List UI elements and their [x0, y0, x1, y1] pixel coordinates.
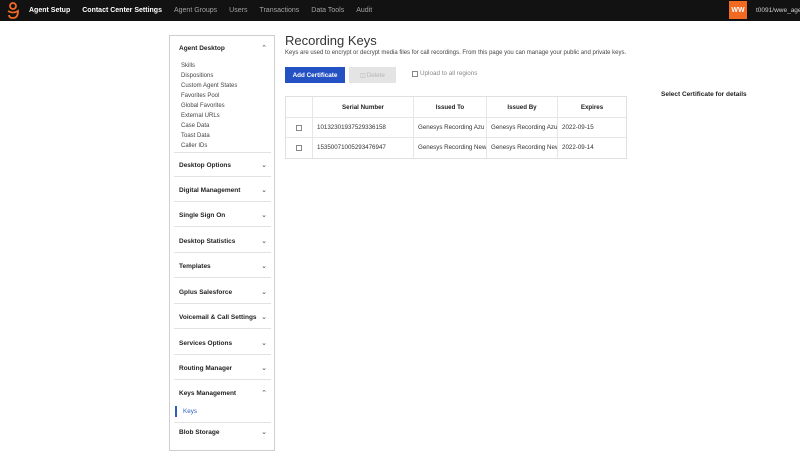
chevron-down-icon: ⌄ — [261, 289, 267, 296]
table-header-row: Serial Number Issued To Issued By Expire… — [286, 97, 626, 118]
nav-data-tools[interactable]: Data Tools — [311, 0, 344, 21]
delete-button[interactable]: ◫ Delete — [349, 67, 396, 83]
section-title: Routing Manager — [179, 365, 233, 372]
section-header-agent-desktop[interactable]: Agent Desktop ⌃ — [174, 38, 271, 59]
sidebar-item-dispositions[interactable]: Dispositions — [174, 71, 271, 81]
issued-to-cell: Genesys Recording New — [414, 138, 487, 158]
issued-to-cell: Genesys Recording Azu — [414, 118, 487, 137]
section-gplus-salesforce[interactable]: Gplus Salesforce ⌄ — [174, 282, 271, 304]
chevron-down-icon: ⌄ — [261, 162, 267, 169]
section-title: Agent Desktop — [179, 45, 225, 52]
issued-by-cell: Genesys Recording New — [487, 138, 558, 158]
sidebar-item-caller-ids[interactable]: Caller IDs — [174, 141, 271, 151]
section-single-sign-on[interactable]: Single Sign On ⌄ — [174, 205, 271, 227]
upload-all-regions-checkbox[interactable]: Upload to all regions — [412, 70, 477, 77]
chevron-down-icon: ⌄ — [261, 263, 267, 270]
genesys-logo-icon[interactable] — [5, 2, 21, 19]
table-row[interactable]: 10132301937529336158 Genesys Recording A… — [286, 118, 626, 138]
chevron-up-icon: ⌃ — [261, 390, 267, 397]
upload-label: Upload to all regions — [420, 70, 478, 77]
chevron-down-icon: ⌄ — [261, 187, 267, 194]
row-select-cell — [286, 138, 313, 158]
section-header-keys-management[interactable]: Keys Management ⌃ — [174, 383, 271, 404]
section-digital-management[interactable]: Digital Management ⌄ — [174, 180, 271, 202]
section-title: Single Sign On — [179, 212, 226, 219]
section-title: Digital Management — [179, 187, 241, 194]
section-title: Services Options — [179, 340, 233, 347]
page-description: Keys are used to encrypt or decrypt medi… — [285, 50, 627, 56]
delete-label: Delete — [366, 71, 385, 79]
section-voicemail-call-settings[interactable]: Voicemail & Call Settings ⌄ — [174, 307, 271, 329]
user-name[interactable]: t0091/wwe_age — [756, 0, 800, 21]
nav-audit[interactable]: Audit — [356, 0, 372, 21]
section-templates[interactable]: Templates ⌄ — [174, 256, 271, 278]
section-title: Desktop Statistics — [179, 238, 236, 245]
section-desktop-statistics[interactable]: Desktop Statistics ⌄ — [174, 231, 271, 253]
row-select-cell — [286, 118, 313, 137]
chevron-down-icon: ⌄ — [261, 314, 267, 321]
column-header-expires[interactable]: Expires — [558, 97, 626, 117]
add-certificate-button[interactable]: Add Certificate — [285, 67, 345, 83]
section-services-options[interactable]: Services Options ⌄ — [174, 333, 271, 355]
chevron-down-icon: ⌄ — [261, 238, 267, 245]
row-checkbox[interactable] — [296, 124, 302, 131]
chevron-down-icon: ⌄ — [261, 212, 267, 219]
column-header-serial[interactable]: Serial Number — [313, 97, 414, 117]
section-title: Templates — [179, 263, 211, 270]
section-title: Gplus Salesforce — [179, 289, 233, 296]
nav-transactions[interactable]: Transactions — [259, 0, 299, 21]
expires-cell: 2022-09-14 — [562, 144, 594, 151]
chevron-up-icon: ⌃ — [261, 45, 267, 52]
main-nav: Agent Setup Contact Center Settings Agen… — [29, 0, 384, 21]
section-desktop-options[interactable]: Desktop Options ⌄ — [174, 155, 271, 177]
serial-cell: 15350071005293476947 — [313, 138, 414, 158]
sidebar-item-case-data[interactable]: Case Data — [174, 121, 271, 131]
sidebar-item-favorites-pool[interactable]: Favorites Pool — [174, 91, 271, 101]
section-title: Voicemail & Call Settings — [179, 314, 257, 321]
serial-cell: 10132301937529336158 — [313, 118, 414, 137]
sidebar-item-global-favorites[interactable]: Global Favorites — [174, 101, 271, 111]
row-checkbox[interactable] — [296, 145, 302, 151]
nav-agent-groups[interactable]: Agent Groups — [174, 0, 217, 21]
sidebar-item-toast-data[interactable]: Toast Data — [174, 131, 271, 141]
section-title: Desktop Options — [179, 162, 232, 169]
column-header-issued-to[interactable]: Issued To — [414, 97, 487, 117]
chevron-down-icon: ⌄ — [261, 365, 267, 372]
select-column-header — [286, 97, 313, 117]
trash-icon: ◫ — [360, 72, 366, 79]
nav-users[interactable]: Users — [229, 0, 247, 21]
checkbox-icon[interactable] — [412, 70, 418, 77]
settings-sidebar: Agent Desktop ⌃ Skills Dispositions Cust… — [169, 35, 275, 451]
section-routing-manager[interactable]: Routing Manager ⌄ — [174, 358, 271, 380]
issued-by-cell: Genesys Recording Azu — [487, 118, 558, 137]
sidebar-item-external-urls[interactable]: External URLs — [174, 111, 271, 121]
expires-cell: 2022-09-15 — [562, 124, 594, 131]
nav-contact-center-settings[interactable]: Contact Center Settings — [82, 0, 162, 21]
chevron-down-icon: ⌄ — [261, 340, 267, 347]
page-title: Recording Keys — [285, 33, 377, 48]
top-nav-bar: Agent Setup Contact Center Settings Agen… — [0, 0, 800, 21]
section-keys-management: Keys Management ⌃ — [174, 383, 271, 423]
chevron-down-icon: ⌄ — [261, 429, 267, 436]
table-row[interactable]: 15350071005293476947 Genesys Recording N… — [286, 138, 626, 158]
sidebar-item-skills[interactable]: Skills — [174, 61, 271, 71]
section-title: Blob Storage — [179, 429, 220, 436]
section-title: Keys Management — [179, 390, 237, 397]
details-hint: Select Certificate for details — [661, 91, 747, 98]
sidebar-item-custom-agent-states[interactable]: Custom Agent States — [174, 81, 271, 91]
section-agent-desktop: Agent Desktop ⌃ Skills Dispositions Cust… — [174, 38, 271, 153]
certificates-table: Serial Number Issued To Issued By Expire… — [285, 96, 627, 159]
nav-agent-setup[interactable]: Agent Setup — [29, 0, 70, 21]
column-header-issued-by[interactable]: Issued By — [487, 97, 558, 117]
section-blob-storage[interactable]: Blob Storage ⌄ — [174, 422, 271, 443]
sidebar-item-keys[interactable]: Keys — [175, 406, 197, 417]
user-avatar[interactable]: WW — [729, 1, 747, 19]
